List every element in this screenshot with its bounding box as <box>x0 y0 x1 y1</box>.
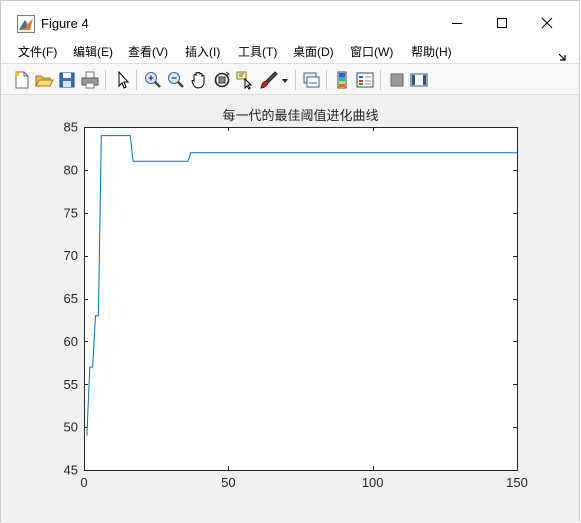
axes-background <box>84 127 517 470</box>
maximize-button[interactable] <box>487 11 517 37</box>
new-figure-icon[interactable] <box>12 70 32 90</box>
x-tick-label: 150 <box>506 475 528 490</box>
y-tick-label: 70 <box>64 248 78 263</box>
zoom-in-icon[interactable] <box>143 70 163 90</box>
menu-file[interactable]: 文件(F) <box>18 44 57 60</box>
y-tick-label: 55 <box>64 377 78 392</box>
insert-colorbar-icon[interactable] <box>332 70 352 90</box>
y-tick-label: 65 <box>64 291 78 306</box>
figure-toolbar <box>1 63 579 95</box>
minimize-icon <box>452 23 462 24</box>
matlab-logo-icon <box>17 15 35 33</box>
zoom-out-icon[interactable] <box>166 70 186 90</box>
toolbar-separator <box>295 70 296 90</box>
window-title: Figure 4 <box>41 16 89 31</box>
dock-arrow-icon[interactable] <box>557 47 567 61</box>
hide-plot-tools-icon[interactable] <box>387 70 407 90</box>
open-file-icon[interactable] <box>34 70 54 90</box>
y-tick-label: 85 <box>64 120 78 135</box>
title-bar: Figure 4 <box>1 1 579 41</box>
menu-edit[interactable]: 编辑(E) <box>73 44 113 60</box>
y-tick-label: 75 <box>64 205 78 220</box>
chart-title: 每一代的最佳阈值进化曲线 <box>222 108 378 123</box>
maximize-icon <box>497 18 507 28</box>
pan-hand-icon[interactable] <box>189 70 209 90</box>
brush-icon[interactable] <box>259 70 279 90</box>
y-tick-label: 60 <box>64 334 78 349</box>
close-button[interactable] <box>532 11 562 37</box>
y-tick-label: 45 <box>64 463 78 478</box>
figure-window: Figure 4 文件(F) 编辑(E) 查看(V) 插入(I) 工具(T) 桌… <box>0 0 580 523</box>
data-cursor-icon[interactable] <box>235 70 255 90</box>
link-plot-icon[interactable] <box>301 70 321 90</box>
menu-view[interactable]: 查看(V) <box>128 44 168 60</box>
insert-legend-icon[interactable] <box>355 70 375 90</box>
x-tick-label: 0 <box>80 475 87 490</box>
rotate-3d-icon[interactable] <box>212 70 232 90</box>
toolbar-separator <box>136 70 137 90</box>
brush-dropdown-icon[interactable] <box>280 70 290 90</box>
menu-help[interactable]: 帮助(H) <box>411 44 452 60</box>
toolbar-separator <box>105 70 106 90</box>
close-icon <box>541 17 553 29</box>
edit-plot-arrow-icon[interactable] <box>113 70 133 90</box>
toolbar-separator <box>380 70 381 90</box>
y-tick-label: 80 <box>64 162 78 177</box>
toolbar-separator <box>326 70 327 90</box>
menu-desktop[interactable]: 桌面(D) <box>293 44 334 60</box>
menu-bar: 文件(F) 编辑(E) 查看(V) 插入(I) 工具(T) 桌面(D) 窗口(W… <box>1 41 579 63</box>
minimize-button[interactable] <box>442 11 472 37</box>
line-chart: 每一代的最佳阈值进化曲线 0 50 100 150 45 50 55 60 65 70 75 80 85 <box>64 108 528 490</box>
menu-tools[interactable]: 工具(T) <box>238 44 277 60</box>
figure-canvas: 每一代的最佳阈值进化曲线 0 50 100 150 45 50 55 60 65 70 75 80 85 <box>1 96 579 523</box>
x-tick-label: 100 <box>362 475 384 490</box>
x-tick-label: 50 <box>221 475 235 490</box>
y-tick-label: 50 <box>64 420 78 435</box>
menu-insert[interactable]: 插入(I) <box>185 44 220 60</box>
menu-window[interactable]: 窗口(W) <box>350 44 393 60</box>
print-icon[interactable] <box>80 70 100 90</box>
show-plot-tools-icon[interactable] <box>409 70 429 90</box>
save-icon[interactable] <box>57 70 77 90</box>
